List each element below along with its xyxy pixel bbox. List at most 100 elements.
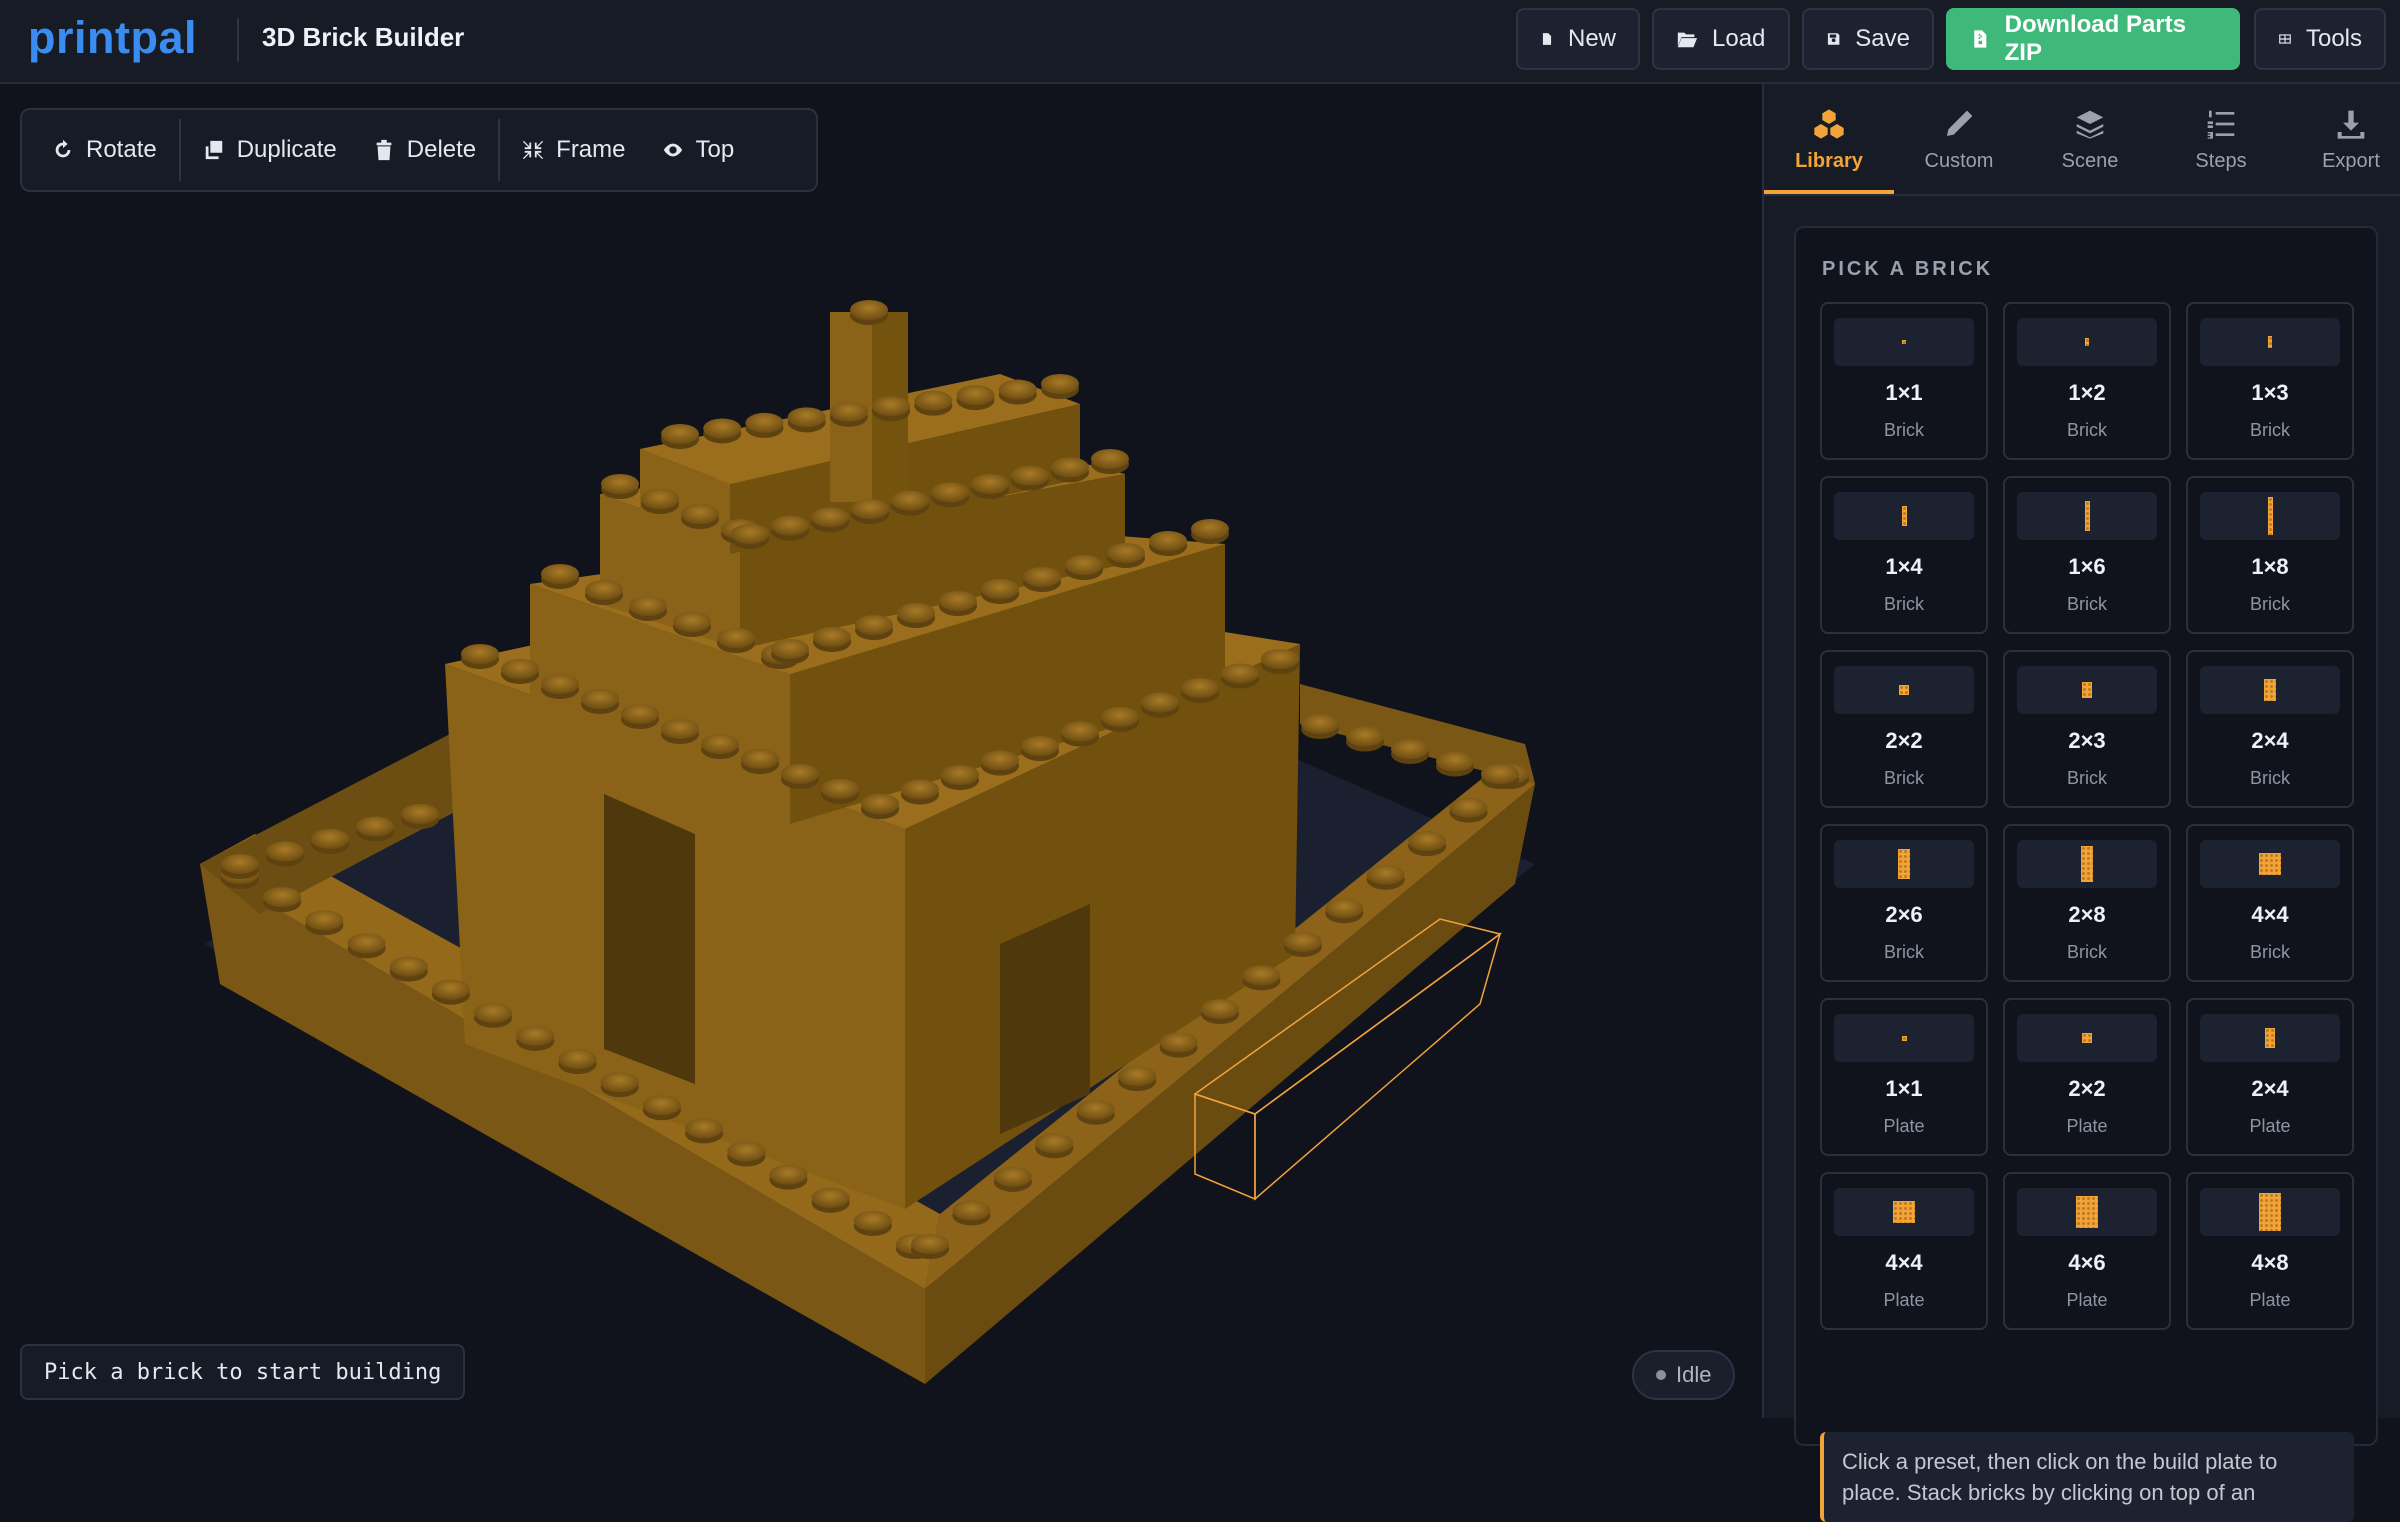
stud (1061, 721, 1099, 742)
stud (787, 407, 826, 428)
logo[interactable]: printpal (28, 12, 197, 64)
tab-custom[interactable]: Custom (1894, 84, 2024, 196)
tab-export[interactable]: Export (2286, 84, 2400, 196)
top-label: Top (695, 136, 735, 163)
download-parts-zip-button[interactable]: Download Parts ZIP (1946, 8, 2240, 70)
stud (941, 765, 979, 785)
brick-tile[interactable]: 4×4 Plate (1820, 1172, 1988, 1330)
brick-preview (2200, 840, 2340, 888)
stud (781, 764, 819, 784)
brick-kind-label: Brick (2067, 768, 2107, 788)
brick-swatch-icon (2082, 1033, 2092, 1043)
stud (1041, 374, 1079, 394)
stud (998, 379, 1037, 400)
stud (541, 564, 579, 584)
tools-button-label: Tools (2305, 25, 2362, 52)
frame-button[interactable]: Frame (504, 120, 643, 180)
new-button[interactable]: New (1516, 8, 1640, 70)
stud (1449, 797, 1488, 818)
stud (1201, 999, 1239, 1019)
stud (673, 612, 711, 632)
brick-tile[interactable]: 1×2 Brick (2003, 302, 2171, 460)
brick-tile[interactable]: 2×8 Brick (2003, 824, 2171, 982)
brick-swatch-icon (1902, 340, 1906, 344)
stud (821, 779, 859, 799)
stud (939, 591, 977, 611)
stud (263, 887, 302, 908)
brick-size-label: 2×4 (2251, 1076, 2289, 1101)
stud (1325, 898, 1364, 919)
copy-icon (205, 140, 222, 160)
brick-tile[interactable]: 4×4 Brick (2186, 824, 2354, 982)
stud (956, 385, 995, 406)
load-button[interactable]: Load (1652, 8, 1790, 70)
stud (769, 1164, 808, 1185)
brick-swatch-icon (2264, 679, 2276, 701)
top-view-button[interactable]: Top (644, 120, 753, 180)
file-icon (1542, 33, 1552, 45)
brick-tile[interactable]: 2×4 Plate (2186, 998, 2354, 1156)
stud (813, 627, 851, 647)
tab-steps[interactable]: Steps (2156, 84, 2286, 196)
brick-size-label: 1×8 (2251, 554, 2289, 579)
stud (661, 719, 699, 739)
stud (1221, 663, 1259, 684)
brick-tile[interactable]: 1×3 Brick (2186, 302, 2354, 460)
stud (1301, 714, 1339, 734)
stud (1107, 543, 1145, 563)
stud (1242, 965, 1281, 986)
brick-tile[interactable]: 4×6 Plate (2003, 1172, 2171, 1330)
stud (952, 1200, 991, 1221)
brick-kind-label: Brick (2250, 594, 2290, 614)
side-panel: Library Custom Scene Steps Export PICK A… (1762, 84, 2400, 1522)
brick-tile[interactable]: 2×3 Brick (2003, 650, 2171, 808)
brick-tile[interactable]: 4×8 Plate (2186, 1172, 2354, 1330)
save-button[interactable]: Save (1802, 8, 1934, 70)
brick-tile[interactable]: 2×4 Brick (2186, 650, 2354, 808)
stud (642, 1095, 681, 1116)
brick-tile[interactable]: 1×8 Brick (2186, 476, 2354, 634)
stud (1391, 739, 1429, 759)
tools-button[interactable]: Tools (2254, 8, 2386, 70)
brick-swatch-icon (2268, 336, 2272, 348)
brick-kind-label: Brick (2067, 420, 2107, 440)
rotate-button[interactable]: Rotate (34, 120, 175, 180)
brick-tile[interactable]: 2×2 Plate (2003, 998, 2171, 1156)
compress-arrows-icon (523, 140, 544, 160)
tab-scene[interactable]: Scene (2025, 84, 2155, 196)
brick-tile[interactable]: 1×1 Plate (1820, 998, 1988, 1156)
frame-label: Frame (556, 136, 626, 163)
brick-kind-label: Brick (1884, 420, 1924, 440)
stud (891, 490, 929, 511)
stud (1141, 692, 1179, 713)
brick-kind-label: Brick (2250, 942, 2290, 962)
brick-kind-label: Plate (1883, 1290, 1925, 1310)
stud (1159, 1032, 1198, 1053)
stud (221, 854, 259, 874)
stud (811, 1187, 850, 1208)
brick-preview (1834, 1188, 1974, 1236)
brick-tile[interactable]: 2×2 Brick (1820, 650, 1988, 808)
stud (347, 933, 386, 954)
delete-button[interactable]: Delete (355, 120, 494, 180)
brick-scene[interactable] (0, 84, 1762, 1418)
brick-tile[interactable]: 1×6 Brick (2003, 476, 2171, 634)
rotate-icon (55, 139, 71, 158)
brick-tile[interactable]: 2×6 Brick (1820, 824, 1988, 982)
stud (401, 804, 439, 824)
brick-preview (2017, 666, 2157, 714)
stud (741, 749, 779, 769)
stud (811, 507, 849, 528)
stud (1051, 457, 1089, 478)
toolbar-separator (178, 119, 181, 181)
stud (585, 580, 623, 600)
brick-tile[interactable]: 1×4 Brick (1820, 476, 1988, 634)
stud (1408, 831, 1447, 852)
duplicate-button[interactable]: Duplicate (185, 120, 355, 180)
3d-viewport[interactable]: Rotate Duplicate Delete Frame Top Pick a… (0, 84, 1762, 1418)
tab-library[interactable]: Library (1764, 84, 1894, 196)
brick-swatch-icon (2267, 497, 2273, 535)
brick-tile[interactable]: 1×1 Brick (1820, 302, 1988, 460)
stud (311, 829, 349, 849)
stud (703, 418, 742, 439)
